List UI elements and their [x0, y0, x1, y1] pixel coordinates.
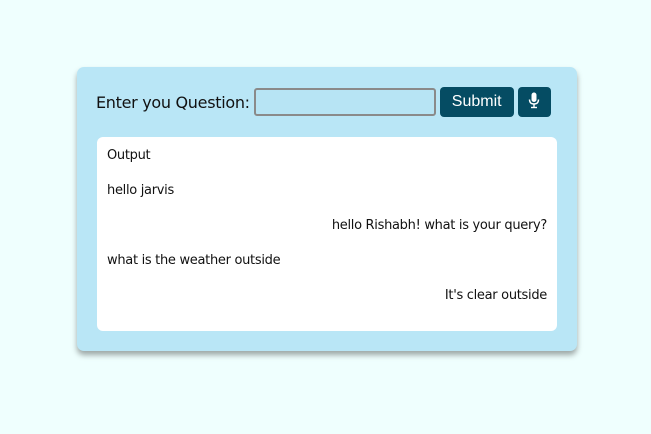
assistant-card: Enter you Question: Submit Output hello … — [77, 67, 577, 351]
mic-button[interactable] — [517, 87, 551, 117]
question-input[interactable] — [253, 88, 436, 116]
microphone-icon — [528, 92, 540, 112]
question-label: Enter you Question: — [96, 92, 250, 112]
assistant-message: hello Rishabh! what is your query? — [331, 218, 547, 233]
submit-button[interactable]: Submit — [439, 87, 514, 117]
question-row: Enter you Question: Submit — [96, 87, 551, 117]
output-title: Output — [107, 148, 151, 163]
page: Enter you Question: Submit Output hello … — [0, 0, 651, 434]
user-message: hello jarvis — [107, 183, 174, 198]
output-panel: Output hello jarvis hello Rishabh! what … — [97, 137, 557, 331]
assistant-message: It's clear outside — [444, 288, 547, 303]
user-message: what is the weather outside — [107, 253, 281, 268]
